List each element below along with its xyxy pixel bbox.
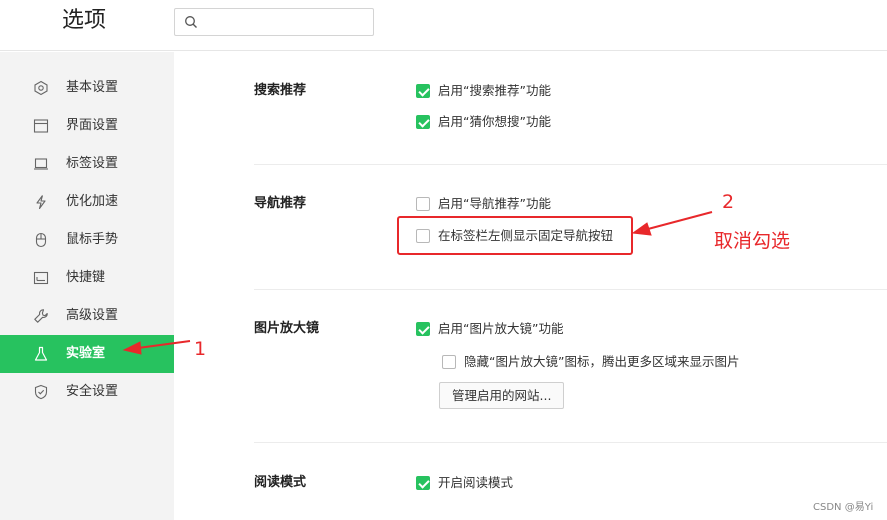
- checkbox-label: 启用“图片放大镜”功能: [438, 321, 564, 336]
- checkbox-search-recommend[interactable]: 启用“搜索推荐”功能: [416, 83, 551, 99]
- lightning-icon: [36, 195, 46, 210]
- highlight-box: [397, 216, 633, 255]
- annotation-number-2: 2: [722, 191, 735, 213]
- section-divider: [254, 442, 887, 443]
- checkbox-label: 隐藏“图片放大镜”图标，腾出更多区域来显示图片: [464, 354, 740, 369]
- checkbox-nav-recommend[interactable]: 启用“导航推荐”功能: [416, 196, 551, 212]
- checkbox-label: 启用“搜索推荐”功能: [438, 83, 551, 98]
- sidebar: 基本设置 界面设置 标签设置 优化加速 鼠标手势 快捷键 高级设置 实验室 安全…: [0, 52, 174, 520]
- sidebar-item-tab-settings[interactable]: 标签设置: [0, 145, 174, 183]
- header-bar: 选项: [0, 0, 887, 51]
- sidebar-item-optimize[interactable]: 优化加速: [0, 183, 174, 221]
- sidebar-item-label: 快捷键: [66, 270, 106, 285]
- sidebar-item-label: 高级设置: [66, 308, 119, 323]
- manage-sites-button[interactable]: 管理启用的网站...: [439, 382, 565, 409]
- checkbox-label: 开启阅读模式: [438, 475, 514, 490]
- checkbox-box[interactable]: [416, 115, 430, 129]
- checkbox-box[interactable]: [416, 476, 430, 490]
- sidebar-item-ui-settings[interactable]: 界面设置: [0, 107, 174, 145]
- hexagon-settings-icon: [34, 80, 48, 96]
- checkbox-label: 启用“导航推荐”功能: [438, 196, 551, 211]
- annotation-text: 取消勾选: [714, 230, 791, 252]
- sidebar-item-label: 实验室: [66, 346, 106, 361]
- tab-icon: [34, 158, 48, 170]
- checkbox-reading-mode[interactable]: 开启阅读模式: [416, 475, 513, 491]
- checkbox-hide-magnifier-icon[interactable]: 隐藏“图片放大镜”图标，腾出更多区域来显示图片: [442, 354, 739, 370]
- section-divider: [254, 164, 887, 165]
- watermark: CSDN @易Yi: [813, 502, 874, 513]
- checkbox-box[interactable]: [416, 197, 430, 211]
- checkbox-guess-search[interactable]: 启用“猜你想搜”功能: [416, 114, 551, 130]
- section-title-nav-recommend: 导航推荐: [254, 196, 307, 211]
- annotation-number-1: 1: [194, 338, 207, 360]
- sidebar-item-label: 基本设置: [66, 80, 119, 95]
- window-icon: [33, 119, 49, 133]
- checkbox-box[interactable]: [416, 322, 430, 336]
- mouse-icon: [35, 232, 47, 248]
- sidebar-item-label: 标签设置: [66, 156, 119, 171]
- section-title-image-magnifier: 图片放大镜: [254, 321, 320, 336]
- sidebar-item-mouse-gesture[interactable]: 鼠标手势: [0, 221, 174, 259]
- checkbox-image-magnifier[interactable]: 启用“图片放大镜”功能: [416, 321, 563, 337]
- shield-icon: [34, 384, 48, 400]
- sidebar-item-label: 安全设置: [66, 384, 119, 399]
- section-title-search-recommend: 搜索推荐: [254, 83, 307, 98]
- checkbox-box[interactable]: [416, 84, 430, 98]
- sidebar-item-lab[interactable]: 实验室: [0, 335, 174, 373]
- search-icon: [185, 16, 197, 28]
- keyboard-icon: [33, 271, 49, 285]
- section-divider: [254, 289, 887, 290]
- section-title-reading-mode: 阅读模式: [254, 475, 307, 490]
- sidebar-item-security[interactable]: 安全设置: [0, 373, 174, 411]
- sidebar-item-label: 界面设置: [66, 118, 119, 133]
- wrench-icon: [34, 309, 48, 323]
- search-input[interactable]: [174, 8, 374, 36]
- sidebar-item-label: 优化加速: [66, 194, 119, 209]
- sidebar-item-basic-settings[interactable]: 基本设置: [0, 69, 174, 107]
- settings-panel: 搜索推荐 启用“搜索推荐”功能 启用“猜你想搜”功能 导航推荐 启用“导航推荐”…: [174, 52, 887, 520]
- sidebar-item-label: 鼠标手势: [66, 232, 119, 247]
- page-title: 选项: [62, 8, 107, 33]
- sidebar-item-shortcuts[interactable]: 快捷键: [0, 259, 174, 297]
- sidebar-item-advanced[interactable]: 高级设置: [0, 297, 174, 335]
- checkbox-label: 启用“猜你想搜”功能: [438, 114, 551, 129]
- checkbox-box[interactable]: [442, 355, 456, 369]
- flask-icon: [34, 346, 48, 361]
